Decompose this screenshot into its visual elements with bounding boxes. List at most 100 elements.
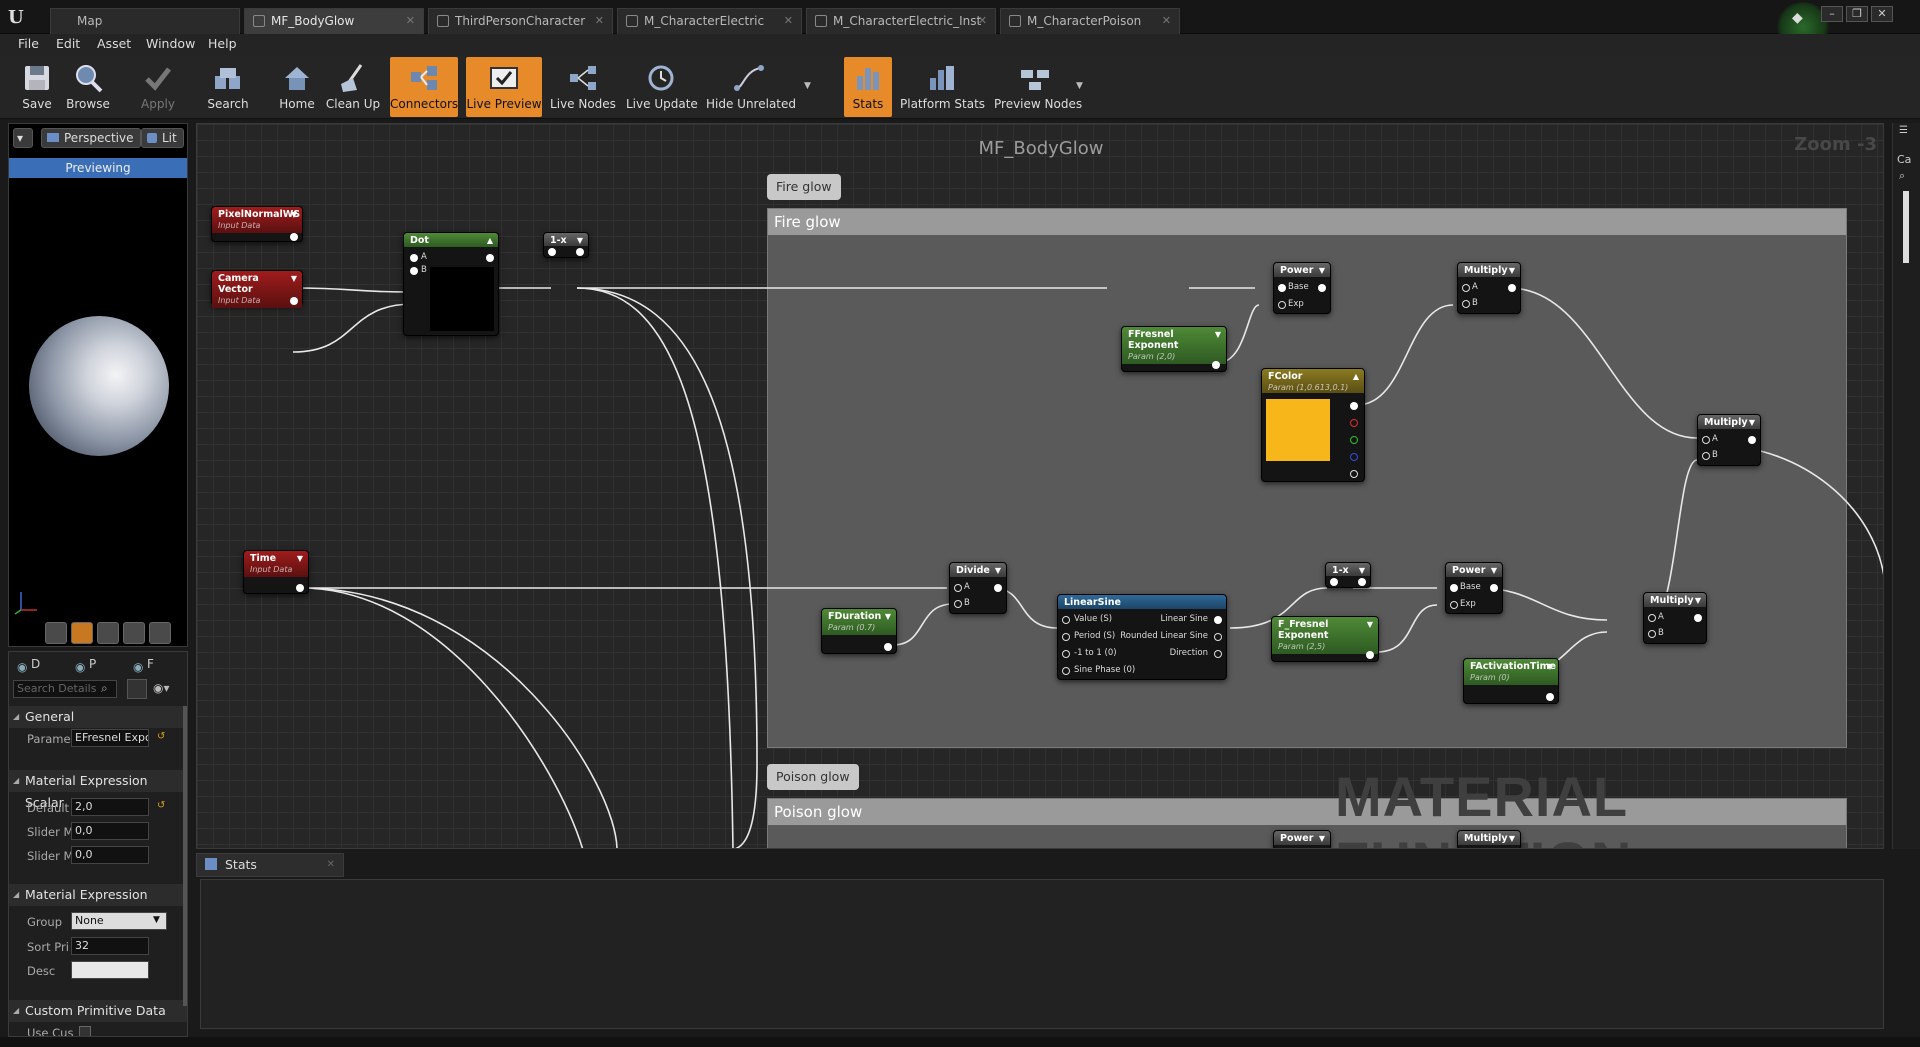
output-pin-rounded[interactable] <box>1214 633 1222 641</box>
input-pin-phase[interactable] <box>1062 667 1070 675</box>
input-pin-a[interactable] <box>954 584 962 592</box>
browse-button[interactable]: Browse <box>62 57 114 117</box>
output-pin-direction[interactable] <box>1214 650 1222 658</box>
node-ffresnel-exponent[interactable]: FFresnel Exponent Param (2,0) ▼ <box>1121 326 1227 372</box>
connectors-button[interactable]: Connectors <box>390 57 458 117</box>
toolbar-overflow-chevron-icon[interactable]: ▼ <box>1076 81 1083 91</box>
output-pin[interactable] <box>1508 284 1516 292</box>
plane-preview-icon[interactable] <box>97 622 119 644</box>
cube-preview-icon[interactable] <box>123 622 145 644</box>
node-time[interactable]: Time Input Data ▼ <box>243 550 309 594</box>
node-one-minus-x[interactable]: 1-x ▼ <box>543 232 589 258</box>
node-factivationtime[interactable]: FActivationTime Param (0) ▼ <box>1463 658 1559 704</box>
palette-scrollbar[interactable] <box>1903 191 1909 263</box>
node-power-2[interactable]: Power ▼ Base Exp <box>1445 562 1503 614</box>
view-options-grid-icon[interactable] <box>127 679 147 699</box>
hide-unrelated-button[interactable]: Hide Unrelated <box>706 57 796 117</box>
panel-grid-icon[interactable]: ☰ <box>1899 125 1908 136</box>
close-icon[interactable]: ✕ <box>784 9 793 33</box>
description-field[interactable] <box>71 961 149 979</box>
input-pin-base[interactable] <box>1278 284 1286 292</box>
default-value-field[interactable]: 2,0 <box>71 798 149 816</box>
input-pin-value[interactable] <box>1062 616 1070 624</box>
viewport-options-chevron-icon[interactable]: ▾ <box>13 128 33 148</box>
output-pin[interactable] <box>290 233 298 241</box>
toolbar-overflow-chevron-icon[interactable]: ▼ <box>804 81 811 91</box>
output-pin[interactable] <box>1748 436 1756 444</box>
category-material-expression[interactable]: Material Expression <box>9 884 187 906</box>
close-icon[interactable]: ✕ <box>327 854 335 876</box>
input-pin-a[interactable] <box>1648 614 1656 622</box>
tab-find[interactable]: ◉ F <box>129 654 185 674</box>
close-window-button[interactable]: ✕ <box>1871 6 1893 22</box>
input-pin-b[interactable] <box>954 600 962 608</box>
node-multiply-output[interactable]: Multiply ▼ A B <box>1697 414 1761 466</box>
parameter-name-field[interactable]: EFresnel Expo <box>71 729 149 747</box>
search-icon[interactable]: ⌕ <box>1899 169 1905 183</box>
input-pin[interactable] <box>548 248 556 256</box>
output-pin[interactable] <box>1546 693 1554 701</box>
node-pixelnormalws[interactable]: PixelNormalWS Input Data ▼ <box>211 206 303 242</box>
minimize-button[interactable]: – <box>1821 6 1843 22</box>
details-scrollbar[interactable] <box>183 706 187 1006</box>
output-pin[interactable] <box>486 254 494 262</box>
preview-nodes-button[interactable]: Preview Nodes <box>994 57 1082 117</box>
tab-map[interactable]: Map <box>50 8 240 34</box>
live-nodes-button[interactable]: Live Nodes <box>550 57 616 117</box>
close-icon[interactable]: ✕ <box>1162 9 1171 33</box>
input-pin-exp[interactable] <box>1278 301 1286 309</box>
apply-button[interactable]: Apply <box>134 57 182 117</box>
output-pin-r[interactable] <box>1350 419 1358 427</box>
category-material-expression-scalar[interactable]: Material Expression Scalar <box>9 770 187 810</box>
node-multiply-2[interactable]: Multiply ▼ A B <box>1643 592 1707 644</box>
material-graph-canvas[interactable]: MF_BodyGlow Zoom -3 Fire glow Fire glow … <box>196 123 1884 849</box>
output-pin[interactable] <box>1318 284 1326 292</box>
output-pin-g[interactable] <box>1350 436 1358 444</box>
input-pin-a[interactable] <box>1462 284 1470 292</box>
tab-m-characterelectric-inst[interactable]: M_CharacterElectric_Inst ✕ <box>806 8 996 34</box>
live-preview-button[interactable]: Live Preview <box>466 57 542 117</box>
input-pin-a[interactable] <box>1702 436 1710 444</box>
tab-thirdpersoncharacter[interactable]: ThirdPersonCharacter ✕ <box>428 8 613 34</box>
stats-button[interactable]: Stats <box>844 57 892 117</box>
input-pin-a[interactable] <box>410 254 418 262</box>
perspective-button[interactable]: Perspective <box>41 128 141 148</box>
output-pin[interactable] <box>576 248 584 256</box>
sphere-preview-icon[interactable] <box>71 622 93 644</box>
use-custom-data-checkbox[interactable] <box>79 1026 91 1036</box>
node-fcolor[interactable]: FColor Param (1,0.613,0.1) ▲ <box>1261 368 1365 482</box>
feedback-icon[interactable]: ◆ <box>1792 10 1803 26</box>
node-linearsine[interactable]: LinearSine Value (S) Period (S) -1 to 1 … <box>1057 594 1227 680</box>
home-button[interactable]: Home <box>274 57 320 117</box>
node-fduration[interactable]: FDuration Param (0.7) ▼ <box>821 608 897 654</box>
platform-stats-button[interactable]: Platform Stats <box>900 57 985 117</box>
tab-m-characterelectric[interactable]: M_CharacterElectric ✕ <box>617 8 802 34</box>
node-f-fresnel-exponent[interactable]: F_Fresnel Exponent Param (2,5) ▼ <box>1271 616 1379 662</box>
input-pin-b[interactable] <box>1702 452 1710 460</box>
close-icon[interactable]: ✕ <box>595 9 604 33</box>
output-pin[interactable] <box>1490 584 1498 592</box>
output-pin[interactable] <box>290 297 298 305</box>
tab-stats[interactable]: Stats ✕ <box>196 853 344 877</box>
output-pin-rgb[interactable] <box>1350 402 1358 410</box>
output-pin[interactable] <box>884 643 892 651</box>
save-button[interactable]: Save <box>14 57 60 117</box>
preview-viewport[interactable]: ▾ Perspective Lit Previewing <box>8 123 188 647</box>
tab-details[interactable]: ◉ D <box>13 654 69 674</box>
mesh-preview-icon[interactable] <box>149 622 171 644</box>
menu-window[interactable]: Window <box>146 36 195 51</box>
output-pin[interactable] <box>994 584 1002 592</box>
node-multiply[interactable]: Multiply ▼ A B <box>1457 262 1521 314</box>
output-pin-a[interactable] <box>1350 470 1358 478</box>
output-pin[interactable] <box>1212 361 1220 369</box>
menu-edit[interactable]: Edit <box>56 36 80 51</box>
clean-up-button[interactable]: Clean Up <box>324 57 382 117</box>
slider-max-field[interactable]: 0,0 <box>71 846 149 864</box>
search-button[interactable]: Search <box>204 57 252 117</box>
node-one-minus-x-2[interactable]: 1-x ▼ <box>1325 562 1371 588</box>
reset-arrow-icon[interactable]: ↺ <box>157 731 165 742</box>
output-pin[interactable] <box>1694 614 1702 622</box>
node-multiply-3[interactable]: Multiply ▼ <box>1457 830 1521 848</box>
input-pin-base[interactable] <box>1450 584 1458 592</box>
lit-button[interactable]: Lit <box>141 128 184 148</box>
